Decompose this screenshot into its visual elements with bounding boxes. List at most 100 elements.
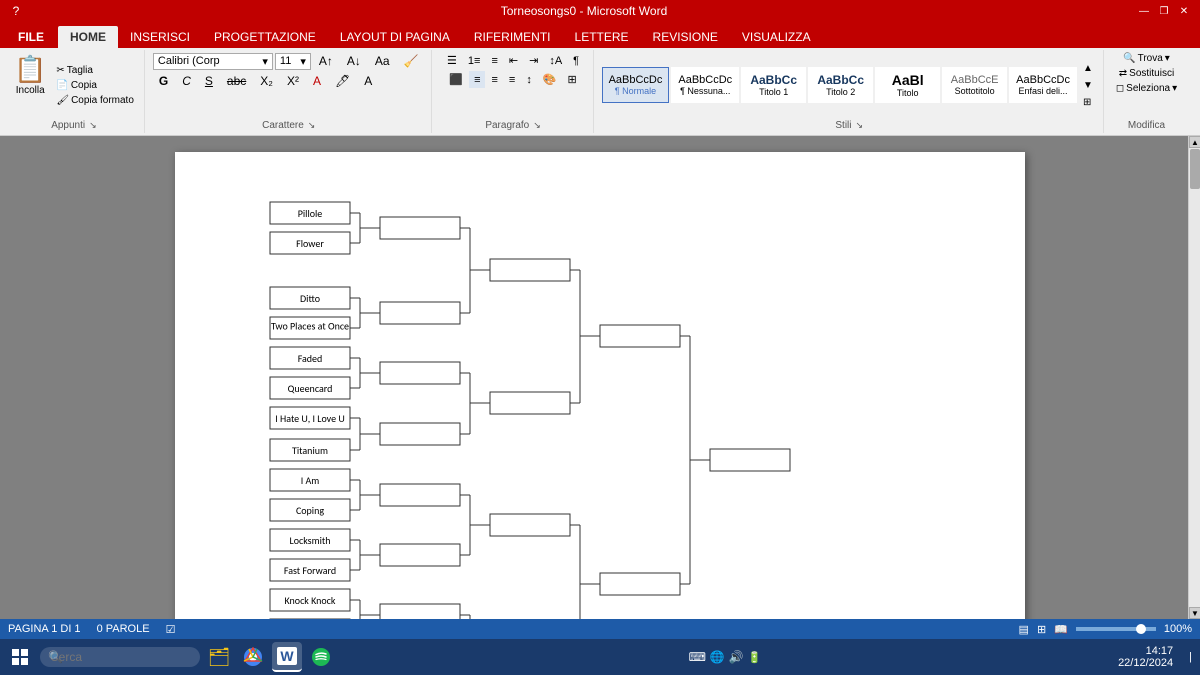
svg-text:Pillole: Pillole — [298, 207, 323, 220]
tab-progettazione[interactable]: PROGETTAZIONE — [202, 26, 328, 48]
window-title: Torneosongs0 - Microsoft Word — [32, 4, 1136, 18]
paste-button[interactable]: 📋 Incolla — [10, 52, 50, 118]
more-styles-btn[interactable]: ⊞ — [1079, 96, 1097, 109]
style-sottotitolo[interactable]: AaBbCcE Sottotitolo — [942, 67, 1007, 103]
font-name-selector[interactable]: Calibri (Corp ▾ — [153, 53, 273, 70]
change-case-btn[interactable]: Aa — [369, 52, 396, 70]
taskbar-fileexplorer-icon[interactable]: 🗂 — [204, 642, 234, 672]
window-help-btn[interactable]: ? — [8, 3, 24, 19]
scroll-up-btn[interactable]: ▲ — [1189, 136, 1200, 148]
tab-inserisci[interactable]: INSERISCI — [118, 26, 202, 48]
tab-revisione[interactable]: REVISIONE — [641, 26, 730, 48]
shading-btn[interactable]: 🎨 — [538, 71, 562, 88]
svg-text:Titanium: Titanium — [292, 444, 328, 457]
style-normale[interactable]: AaBbCcDc ¶ Normale — [602, 67, 670, 103]
tab-layout[interactable]: LAYOUT DI PAGINA — [328, 26, 462, 48]
view-print-btn[interactable]: ▤ — [1019, 623, 1029, 636]
volume-icon[interactable]: 🔊 — [729, 650, 744, 664]
line-spacing-btn[interactable]: ↕ — [521, 71, 537, 88]
increase-indent-btn[interactable]: ⇥ — [524, 52, 543, 69]
taskbar-clock[interactable]: 14:17 22/12/2024 — [1118, 645, 1181, 669]
text-color-btn[interactable]: A — [307, 72, 327, 90]
svg-text:Flower: Flower — [296, 237, 324, 250]
clear-format-btn[interactable]: 🧹 — [398, 52, 425, 70]
decrease-indent-btn[interactable]: ⇤ — [504, 52, 523, 69]
ribbon-group-carattere: Calibri (Corp ▾ 11 ▾ A↑ A↓ Aa 🧹 G C S ab… — [147, 50, 432, 133]
ribbon-body: 📋 Incolla ✂Taglia 📄Copia 🖌Copia formato … — [0, 48, 1200, 136]
taskbar-word-icon[interactable]: W — [272, 642, 302, 672]
taskbar-chrome-icon[interactable] — [238, 642, 268, 672]
align-left-btn[interactable]: ⬛ — [444, 71, 468, 88]
align-right-btn[interactable]: ≡ — [486, 71, 502, 88]
tab-riferimenti[interactable]: RIFERIMENTI — [462, 26, 563, 48]
font-shrink-btn[interactable]: A↓ — [341, 52, 367, 70]
carattere-expand[interactable]: ↘ — [308, 120, 316, 131]
style-titolo1[interactable]: AaBbCc Titolo 1 — [741, 67, 806, 103]
scroll-styles-up[interactable]: ▲ — [1079, 62, 1097, 75]
font-grow-btn[interactable]: A↑ — [313, 52, 339, 70]
svg-text:Knock Knock: Knock Knock — [285, 594, 336, 607]
right-scrollbar[interactable]: ▲ ▼ — [1188, 136, 1200, 619]
document-page: Pillole Flower Ditto Two Places at Once … — [175, 152, 1025, 619]
close-btn[interactable]: ✕ — [1176, 3, 1192, 19]
style-titolo2[interactable]: AaBbCc Titolo 2 — [808, 67, 873, 103]
view-read-btn[interactable]: 📖 — [1054, 623, 1068, 636]
tab-home[interactable]: HOME — [58, 26, 118, 48]
italic-btn[interactable]: C — [176, 72, 197, 90]
multilevel-btn[interactable]: ≡ — [486, 52, 502, 69]
show-marks-btn[interactable]: ¶ — [568, 52, 584, 69]
view-web-btn[interactable]: ⊞ — [1037, 623, 1046, 636]
strikethrough-btn[interactable]: abc — [221, 72, 252, 90]
svg-text:Two Places at Once: Two Places at Once — [271, 319, 349, 332]
highlight-btn[interactable]: 🖊 — [329, 72, 356, 90]
copy-button[interactable]: 📄Copia — [52, 79, 138, 92]
numbering-btn[interactable]: 1≡ — [463, 52, 486, 69]
restore-btn[interactable]: ❐ — [1156, 3, 1172, 19]
zoom-level: 100% — [1164, 623, 1192, 635]
justify-btn[interactable]: ≡ — [504, 71, 520, 88]
tab-lettere[interactable]: LETTERE — [563, 26, 641, 48]
svg-text:Locksmith: Locksmith — [290, 534, 331, 547]
tab-visualizza[interactable]: VISUALIZZA — [730, 26, 823, 48]
trova-btn[interactable]: 🔍Trova▾ — [1119, 52, 1174, 65]
paragrafo-expand[interactable]: ↘ — [533, 120, 541, 131]
tab-file[interactable]: FILE — [4, 26, 58, 48]
font-color-btn[interactable]: A — [358, 72, 378, 90]
svg-text:I Hate U, I Love U: I Hate U, I Love U — [275, 412, 345, 425]
document-area[interactable]: Pillole Flower Ditto Two Places at Once … — [0, 136, 1200, 619]
sostituisci-btn[interactable]: ⇄Sostituisci — [1115, 67, 1178, 80]
cut-button[interactable]: ✂Taglia — [52, 64, 138, 77]
style-titolo[interactable]: AaBl Titolo — [875, 67, 940, 103]
border-btn[interactable]: ⊞ — [563, 71, 582, 88]
zoom-thumb[interactable] — [1136, 624, 1146, 634]
status-bar: PAGINA 1 DI 1 0 PAROLE ☑ ▤ ⊞ 📖 100% — [0, 619, 1200, 639]
underline-btn[interactable]: S — [199, 72, 219, 90]
title-bar: ? Torneosongs0 - Microsoft Word — ❐ ✕ — [0, 0, 1200, 22]
align-center-btn[interactable]: ≡ — [469, 71, 485, 88]
scroll-down-btn[interactable]: ▼ — [1189, 607, 1200, 619]
bullets-btn[interactable]: ☰ — [442, 52, 462, 69]
seleziona-btn[interactable]: ◻Seleziona▾ — [1112, 82, 1181, 95]
scroll-styles-down[interactable]: ▼ — [1079, 79, 1097, 92]
font-size-selector[interactable]: 11 ▾ — [275, 53, 311, 70]
superscript-btn[interactable]: X² — [281, 72, 305, 90]
appunti-expand[interactable]: ↘ — [89, 120, 97, 131]
bold-btn[interactable]: G — [153, 72, 174, 90]
subscript-btn[interactable]: X₂ — [254, 72, 279, 90]
svg-text:Coping: Coping — [296, 504, 324, 517]
style-nessuna[interactable]: AaBbCcDc ¶ Nessuna... — [671, 67, 739, 103]
ribbon-group-appunti: 📋 Incolla ✂Taglia 📄Copia 🖌Copia formato … — [4, 50, 145, 133]
scroll-thumb[interactable] — [1190, 149, 1200, 189]
sort-btn[interactable]: ↕A — [544, 52, 567, 69]
svg-text:Fast Forward: Fast Forward — [284, 564, 336, 577]
network-icon[interactable]: 🌐 — [710, 650, 725, 664]
zoom-slider[interactable] — [1076, 627, 1156, 631]
show-desktop-btn[interactable]: | — [1185, 651, 1196, 663]
start-button[interactable] — [4, 642, 36, 672]
format-painter-button[interactable]: 🖌Copia formato — [52, 94, 138, 107]
style-enfasi[interactable]: AaBbCcDc Enfasi deli... — [1009, 67, 1077, 103]
stili-expand[interactable]: ↘ — [856, 120, 864, 131]
taskbar-spotify-icon[interactable] — [306, 642, 336, 672]
minimize-btn[interactable]: — — [1136, 3, 1152, 19]
taskbar-search[interactable] — [40, 647, 200, 667]
